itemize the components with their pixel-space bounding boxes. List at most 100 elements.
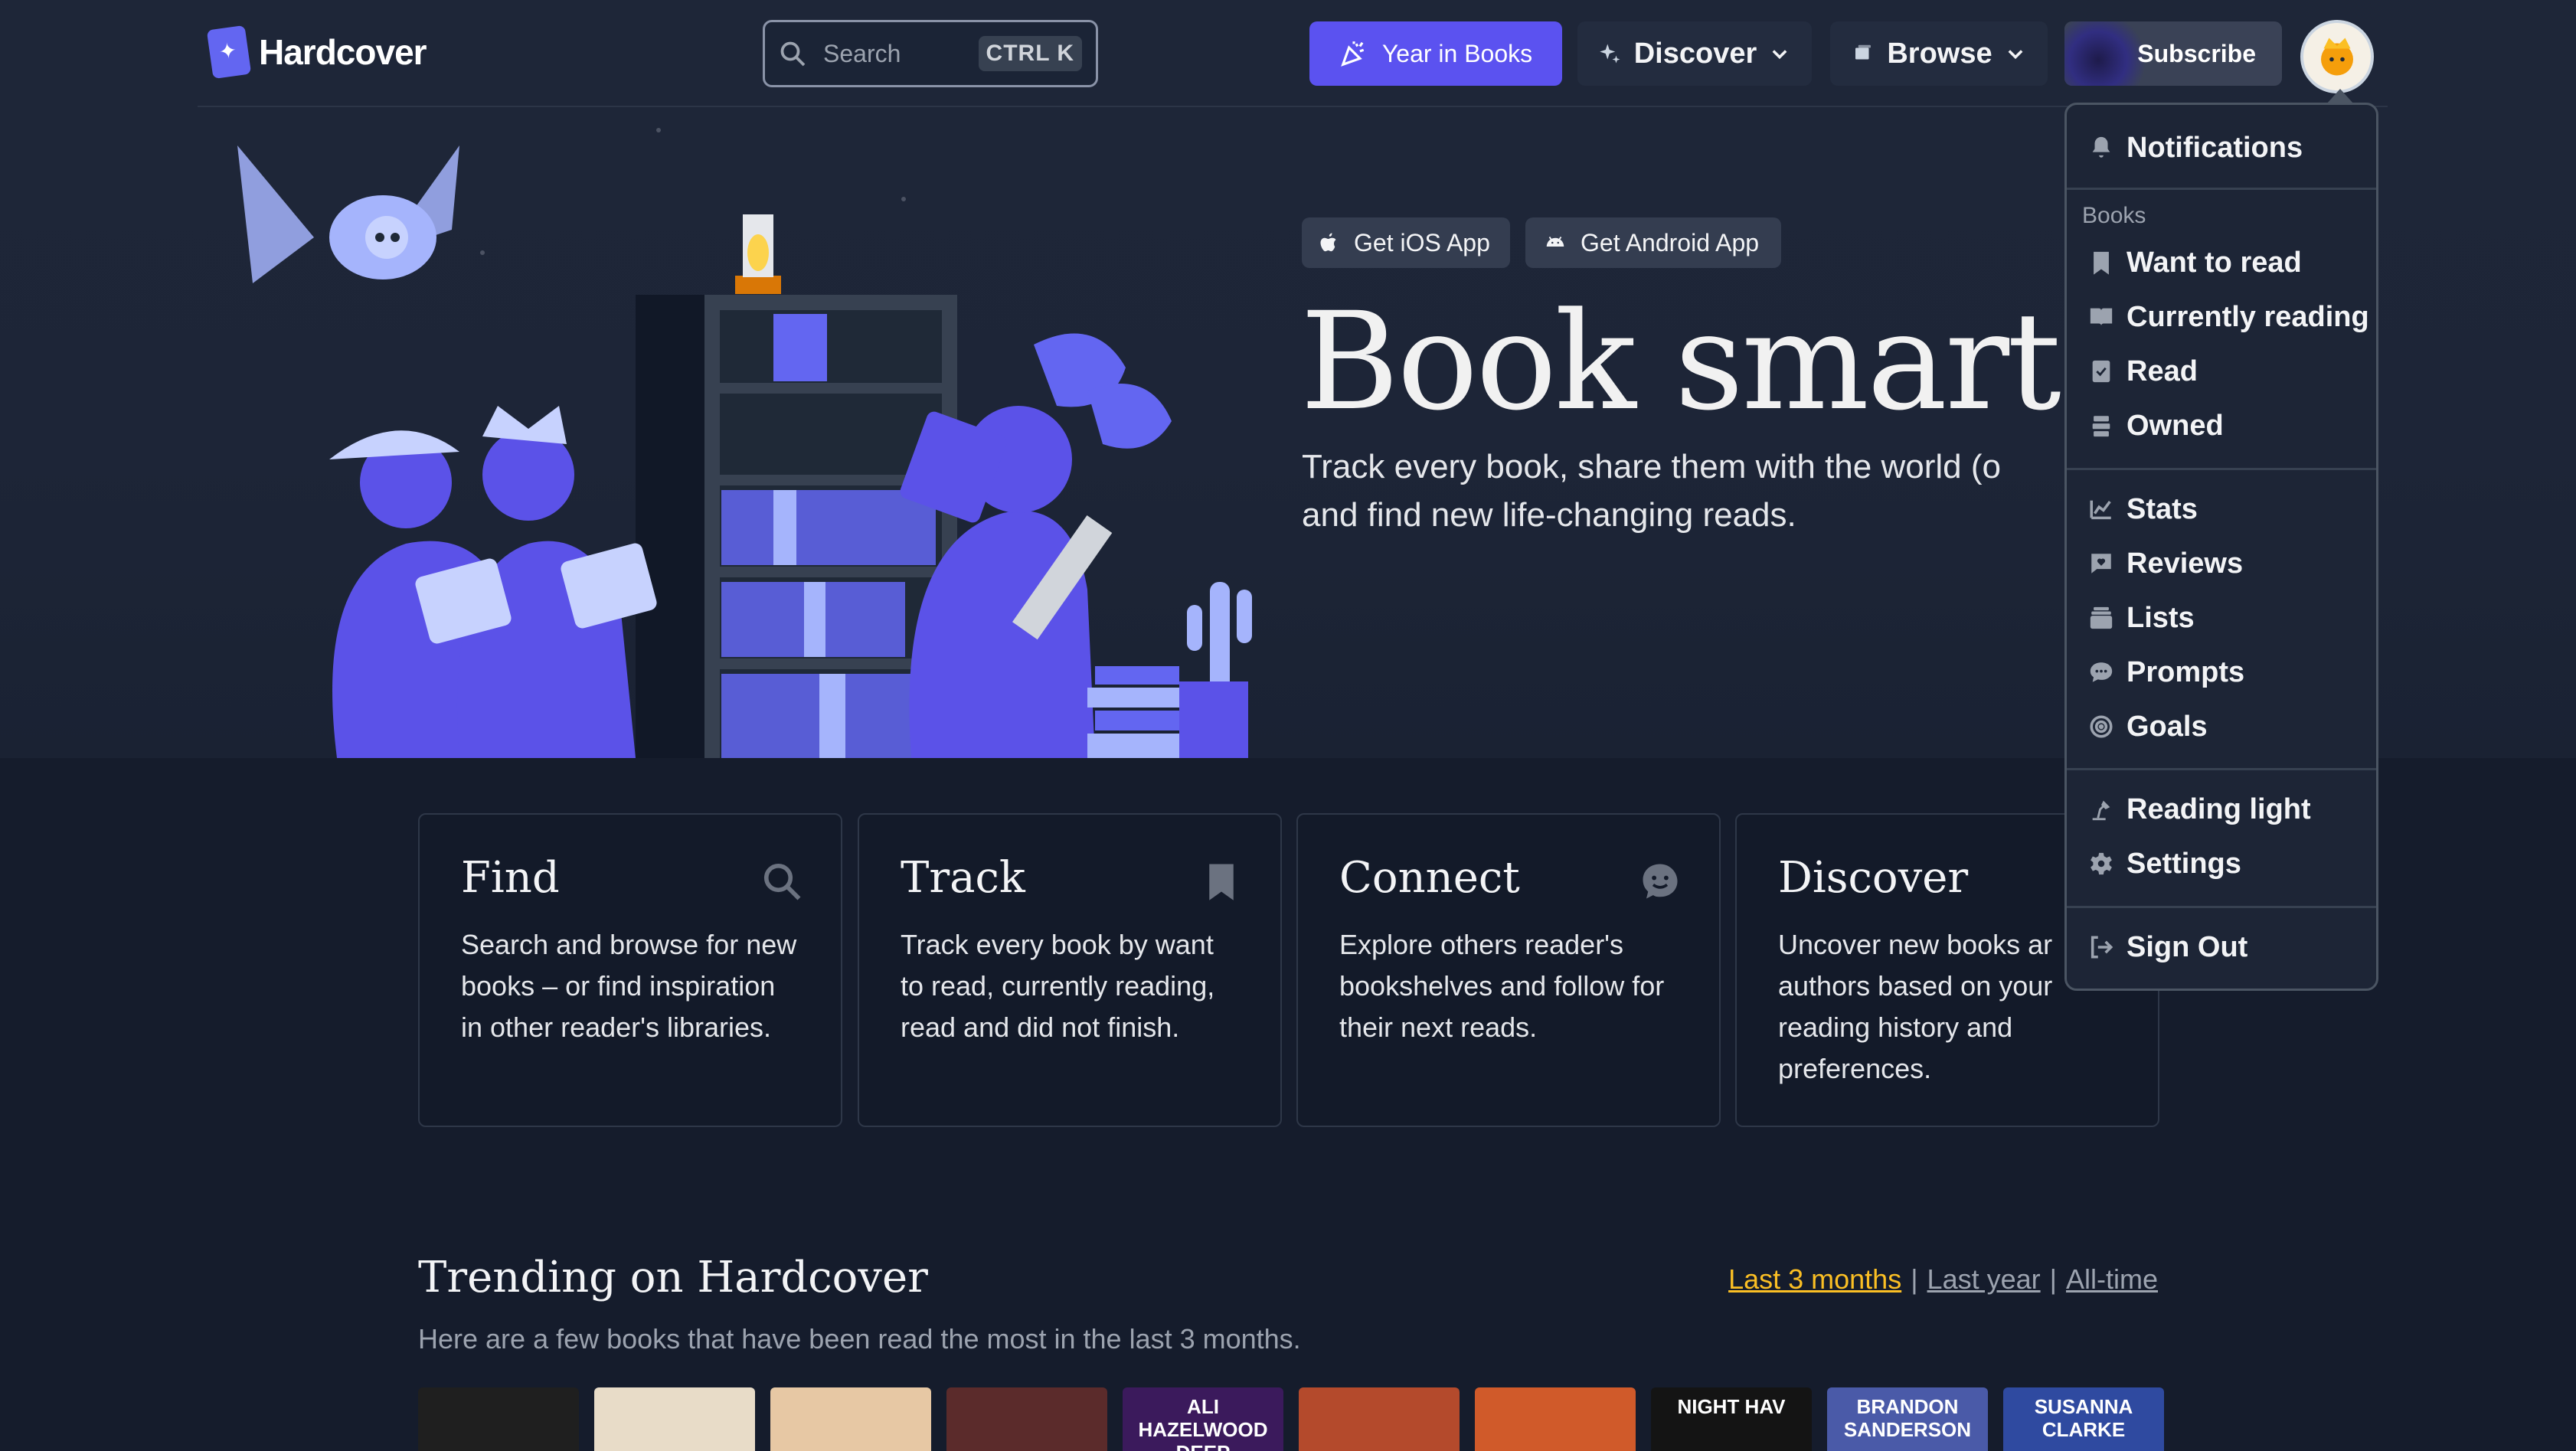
menu-item-label: Read: [2127, 355, 2198, 387]
filter-separator: |: [2049, 1263, 2057, 1295]
menu-item-label: Goals: [2127, 710, 2208, 743]
sign-out-icon: [2091, 936, 2113, 959]
user-dropdown-menu: Notifications Books Want to read Current…: [2064, 103, 2378, 991]
menu-item-stats[interactable]: Stats: [2088, 486, 2198, 532]
year-in-books-button[interactable]: Year in Books: [1309, 21, 1562, 86]
book-cover-text: NIGHT HAV: [1677, 1395, 1786, 1418]
book-cover-text: ALI HAZELWOOD DEEP: [1138, 1395, 1268, 1451]
book-cover[interactable]: [594, 1387, 755, 1451]
discover-menu-button[interactable]: Discover: [1577, 21, 1812, 86]
target-icon: [2090, 715, 2113, 738]
menu-divider: [2067, 906, 2376, 908]
feature-card-track: Track Track every book by want to read, …: [858, 813, 1282, 1127]
hero-subtitle-line-1: Track every book, share them with the wo…: [1302, 448, 2001, 485]
menu-item-prompts[interactable]: Prompts: [2088, 649, 2244, 695]
book-cover[interactable]: BRANDON SANDERSON: [1827, 1387, 1988, 1451]
bookmark-icon: [1209, 864, 1234, 900]
feature-card-title: Track: [901, 853, 1025, 903]
get-android-app-button[interactable]: Get Android App: [1525, 217, 1781, 268]
subscribe-label: Subscribe: [2137, 39, 2256, 67]
user-avatar[interactable]: [2300, 20, 2374, 93]
book-logo-icon: [206, 25, 252, 80]
menu-divider: [2067, 188, 2376, 190]
trending-title: Trending on Hardcover: [418, 1253, 928, 1302]
brand-name: Hardcover: [259, 32, 427, 72]
book-cover[interactable]: SUSANNA CLARKE: [2003, 1387, 2164, 1451]
menu-item-read[interactable]: Read: [2088, 348, 2198, 394]
filter-all-time-link[interactable]: All-time: [2066, 1263, 2158, 1295]
search-shortcut-badge: CTRL K: [978, 36, 1082, 71]
search-input[interactable]: Search CTRL K: [763, 20, 1098, 87]
books-icon: [1855, 44, 1872, 60]
chat-smile-icon: [1643, 864, 1678, 899]
browse-label: Browse: [1887, 37, 1992, 70]
trending-filter-links: Last 3 months | Last year | All-time: [1728, 1263, 2158, 1296]
menu-divider: [2067, 768, 2376, 770]
dropdown-caret: [2326, 89, 2354, 104]
menu-item-label: Owned: [2127, 409, 2224, 442]
sparkle-icon: [1599, 44, 1620, 64]
book-cover[interactable]: [946, 1387, 1107, 1451]
menu-item-label: Stats: [2127, 492, 2198, 525]
feature-card-text: Search and browse for new books – or fin…: [461, 929, 797, 1043]
menu-item-label: Lists: [2127, 601, 2195, 634]
menu-item-settings[interactable]: Settings: [2088, 841, 2241, 887]
chevron-down-icon: [1772, 50, 1787, 60]
menu-item-reviews[interactable]: Reviews: [2088, 541, 2243, 587]
book-check-icon: [2092, 360, 2110, 383]
speech-bubble-icon: [2090, 662, 2113, 682]
browse-menu-button[interactable]: Browse: [1830, 21, 2048, 86]
heart-message-icon: [2091, 554, 2111, 574]
menu-item-currently-reading[interactable]: Currently reading: [2088, 294, 2369, 340]
search-placeholder: Search: [823, 39, 901, 67]
hero-subtitle: Track every book, share them with the wo…: [1302, 443, 2068, 539]
filter-separator: |: [1911, 1263, 1918, 1295]
discover-label: Discover: [1633, 37, 1757, 70]
menu-item-lists[interactable]: Lists: [2088, 595, 2195, 641]
layers-icon: [2090, 606, 2113, 629]
menu-item-label: Prompts: [2127, 655, 2245, 688]
menu-item-want-to-read[interactable]: Want to read: [2088, 240, 2302, 286]
get-ios-app-button[interactable]: Get iOS App: [1302, 217, 1510, 268]
trending-book-covers: ALI HAZELWOOD DEEP NIGHT HAV BRANDON SANDE…: [418, 1387, 2164, 1451]
chart-icon: [2090, 500, 2111, 520]
feature-card-title: Connect: [1339, 853, 1520, 903]
chevron-down-icon: [2008, 50, 2023, 60]
avatar-crown-character-icon: [2321, 38, 2353, 76]
hero-subtitle-line-2: and find new life-changing reads.: [1302, 496, 1796, 534]
book-stack-icon: [2092, 416, 2110, 437]
gear-icon: [2091, 852, 2112, 875]
menu-item-label: Reviews: [2127, 547, 2244, 580]
book-cover[interactable]: NIGHT HAV: [1651, 1387, 1812, 1451]
book-cover[interactable]: [1299, 1387, 1460, 1451]
menu-item-notifications[interactable]: Notifications: [2088, 125, 2303, 171]
book-cover[interactable]: [1475, 1387, 1636, 1451]
rocket-illustration: [2064, 21, 2149, 86]
brand-logo[interactable]: Hardcover: [206, 25, 427, 80]
get-ios-app-label: Get iOS App: [1354, 228, 1490, 257]
menu-item-label: Want to read: [2127, 246, 2302, 279]
feature-card-text: Explore others reader's bookshelves and …: [1339, 929, 1665, 1043]
book-cover[interactable]: ALI HAZELWOOD DEEP: [1123, 1387, 1283, 1451]
bookmark-icon: [2094, 251, 2109, 275]
hero-illustration: [237, 128, 1252, 758]
filter-last-year-link[interactable]: Last year: [1927, 1263, 2041, 1295]
subscribe-button[interactable]: Subscribe: [2064, 21, 2282, 86]
feature-card-text: Track every book by want to read, curren…: [901, 929, 1215, 1043]
desk-lamp-icon: [2092, 800, 2110, 821]
feature-card-title: Find: [461, 853, 560, 903]
menu-item-reading-light[interactable]: Reading light: [2088, 786, 2311, 832]
book-cover[interactable]: [418, 1387, 579, 1451]
menu-item-sign-out[interactable]: Sign Out: [2088, 924, 2247, 970]
filter-last-3-months-link[interactable]: Last 3 months: [1728, 1263, 1901, 1295]
menu-divider: [2067, 468, 2376, 470]
book-cover-text: SUSANNA CLARKE: [2034, 1395, 2133, 1441]
apple-icon: [1320, 233, 1336, 252]
menu-item-goals[interactable]: Goals: [2088, 704, 2208, 750]
feature-card-connect: Connect Explore others reader's bookshel…: [1296, 813, 1721, 1127]
menu-item-owned[interactable]: Owned: [2088, 403, 2224, 449]
top-navbar: Hardcover: [198, 0, 2388, 107]
get-android-app-label: Get Android App: [1581, 228, 1760, 257]
book-cover[interactable]: [770, 1387, 931, 1451]
book-cover-text: BRANDON SANDERSON: [1843, 1395, 1972, 1441]
